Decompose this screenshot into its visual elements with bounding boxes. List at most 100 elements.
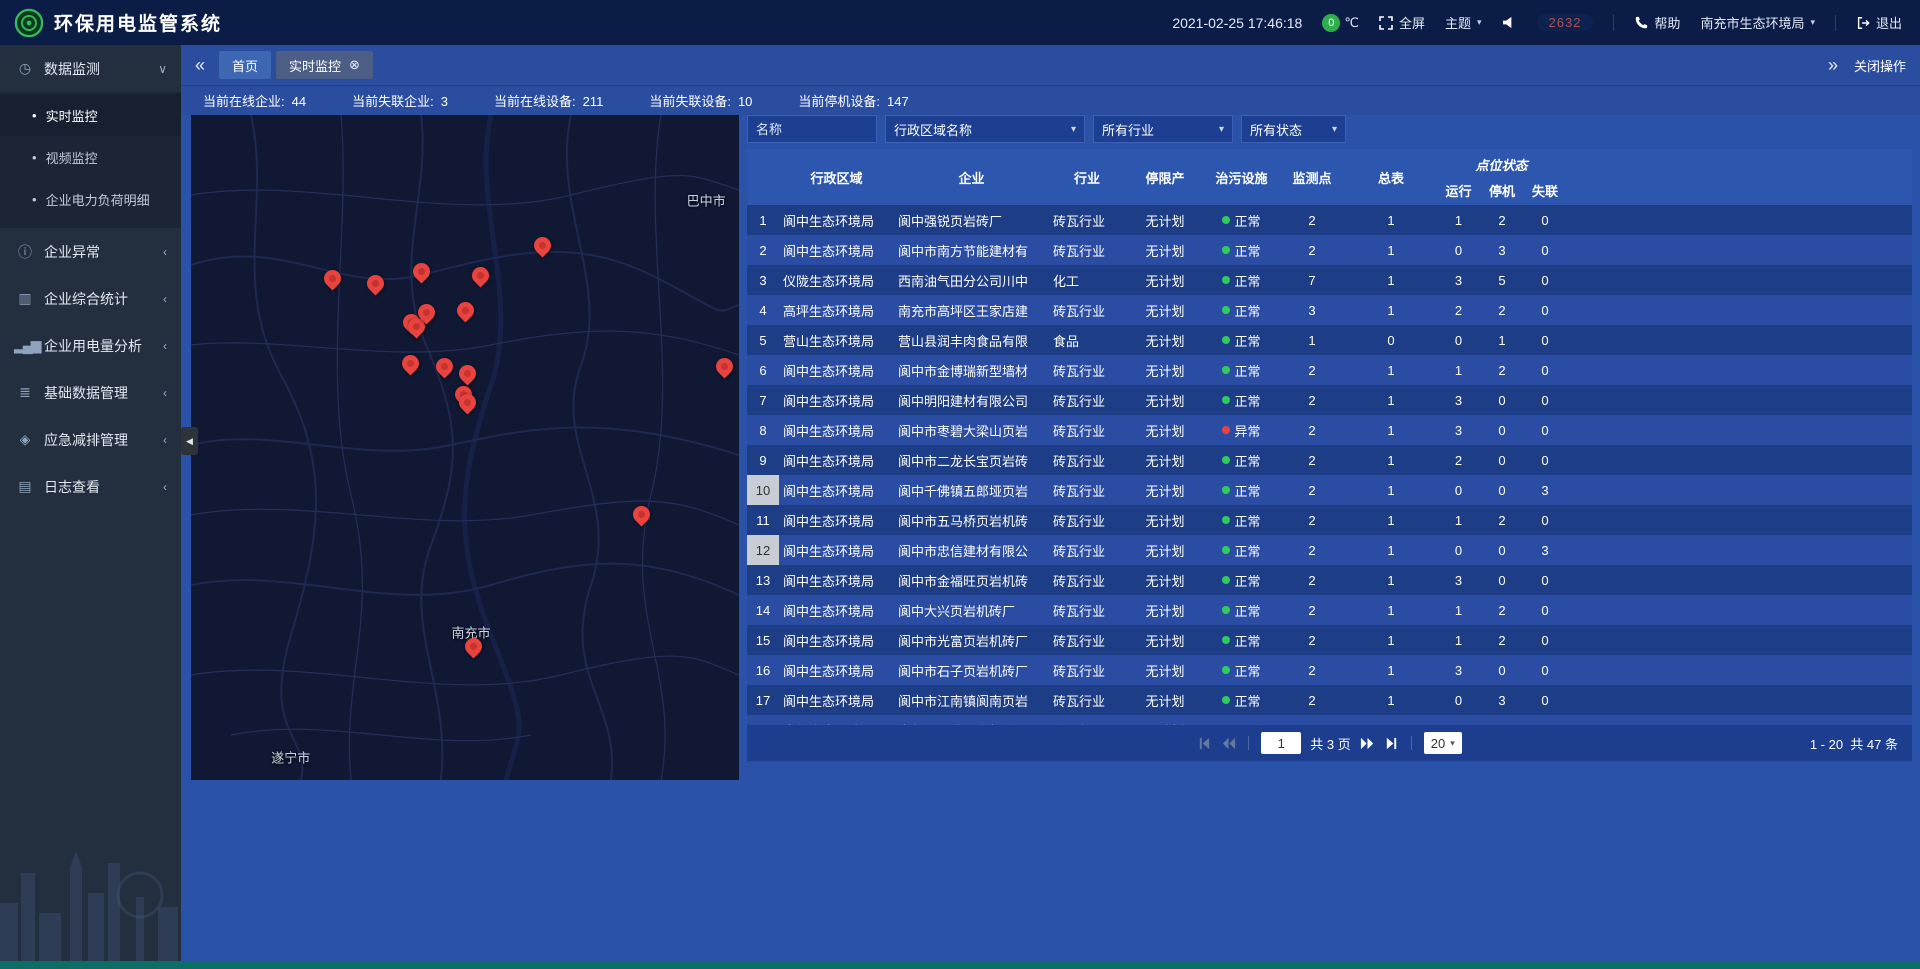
cell-company: 阆中明阳建材有限公司 <box>894 385 1049 415</box>
cell-stopped: 2 <box>1481 595 1523 625</box>
table-row[interactable]: 2阆中生态环境局阆中市南方节能建材有砖瓦行业无计划正常21030 <box>747 235 1912 265</box>
cell-limit: 无计划 <box>1125 265 1205 295</box>
sidebar-item-data-monitoring[interactable]: ◷数据监测∨ <box>0 45 181 92</box>
theme-dropdown[interactable]: 主题 ▾ <box>1445 13 1482 32</box>
table-row[interactable]: 15阆中生态环境局阆中市光富页岩机砖厂砖瓦行业无计划正常21120 <box>747 625 1912 655</box>
sidebar-item-enterprise-statistics[interactable]: ▥企业综合统计‹ <box>0 275 181 322</box>
cell-company: 阆中市忠信建材有限公 <box>894 535 1049 565</box>
cell-company: 营山县润丰肉食品有限 <box>894 325 1049 355</box>
sidebar-item-base-data-management[interactable]: ≣基础数据管理‹ <box>0 369 181 416</box>
last-page-button[interactable] <box>1384 736 1399 751</box>
next-page-button[interactable] <box>1360 736 1375 751</box>
row-index: 6 <box>747 355 779 385</box>
help-button[interactable]: 帮助 <box>1634 13 1680 32</box>
cell-running: 0 <box>1436 235 1481 265</box>
sidebar-subitem-power-load-detail[interactable]: •企业电力负荷明细 <box>0 178 181 220</box>
name-filter-input[interactable] <box>747 115 877 143</box>
table-row[interactable]: 14阆中生态环境局阆中大兴页岩机砖厂砖瓦行业无计划正常21120 <box>747 595 1912 625</box>
row-index: 11 <box>747 505 779 535</box>
table-row[interactable]: 1阆中生态环境局阆中强锐页岩砖厂砖瓦行业无计划正常21120 <box>747 205 1912 235</box>
col-facility: 治污设施 <box>1205 149 1278 205</box>
row-index: 4 <box>747 295 779 325</box>
sidebar-item-power-usage-analysis[interactable]: ▂▄▆企业用电量分析‹ <box>0 322 181 369</box>
table-row[interactable]: 13阆中生态环境局阆中市金福旺页岩机砖砖瓦行业无计划正常21300 <box>747 565 1912 595</box>
cell-total-meters: 1 <box>1346 505 1436 535</box>
page-number-input[interactable] <box>1261 732 1301 754</box>
logout-button[interactable]: 退出 <box>1856 13 1902 32</box>
cell-facility: 正常 <box>1205 535 1278 565</box>
cell-running: 1 <box>1436 625 1481 655</box>
close-operations-button[interactable]: 关闭操作 <box>1854 56 1906 75</box>
row-index: 18 <box>747 715 779 725</box>
cell-total-meters: 1 <box>1346 475 1436 505</box>
first-page-button[interactable] <box>1197 736 1212 751</box>
cell-industry: 砖瓦行业 <box>1049 445 1125 475</box>
cell-company: 阆中千佛镇五郎垭页岩 <box>894 475 1049 505</box>
table-header: 行政区域 企业 行业 停限产 治污设施 监测点 总表 点位状态 运行 停机 失联 <box>747 149 1912 205</box>
status-filter-select[interactable]: 所有状态 ▾ <box>1241 115 1346 143</box>
chevron-left-icon: ‹ <box>163 386 167 400</box>
fullscreen-button[interactable]: 全屏 <box>1379 13 1425 32</box>
cell-limit: 无计划 <box>1125 445 1205 475</box>
table-row[interactable]: 3仪陇生态环境局西南油气田分公司川中化工无计划正常71350 <box>747 265 1912 295</box>
table-row[interactable]: 8阆中生态环境局阆中市枣碧大梁山页岩砖瓦行业无计划异常21300 <box>747 415 1912 445</box>
cell-stopped: 2 <box>1481 295 1523 325</box>
table-row[interactable]: 12阆中生态环境局阆中市忠信建材有限公砖瓦行业无计划正常21003 <box>747 535 1912 565</box>
cell-stopped: 2 <box>1481 205 1523 235</box>
report-icon: ▥ <box>14 290 34 307</box>
cell-region: 阆中生态环境局 <box>779 235 894 265</box>
cell-total-meters: 1 <box>1346 655 1436 685</box>
table-row[interactable]: 6阆中生态环境局阆中市金博瑞新型墙材砖瓦行业无计划正常21120 <box>747 355 1912 385</box>
tab-close-icon[interactable]: ⊗ <box>349 57 360 73</box>
announcement-icon[interactable] <box>1502 16 1517 29</box>
prev-page-button[interactable] <box>1221 736 1236 751</box>
cell-disconnected: 0 <box>1523 415 1567 445</box>
logout-icon <box>1856 16 1870 30</box>
table-row[interactable]: 5营山生态环境局营山县润丰肉食品有限食品无计划正常10010 <box>747 325 1912 355</box>
bottom-strip <box>0 961 1920 969</box>
cell-disconnected: 0 <box>1523 325 1567 355</box>
sidebar-item-enterprise-abnormal[interactable]: ⓘ企业异常‹ <box>0 228 181 275</box>
cell-monitor-points: 3 <box>1278 295 1346 325</box>
table-row[interactable]: 10阆中生态环境局阆中千佛镇五郎垭页岩砖瓦行业无计划正常21003 <box>747 475 1912 505</box>
cell-stopped: 0 <box>1481 415 1523 445</box>
cell-total-meters: 1 <box>1346 385 1436 415</box>
app-title: 环保用电监管系统 <box>54 9 222 36</box>
table-row[interactable]: 18南部生态环境局南部县双佛页岩机砖厂砖瓦行业无计划正常21030 <box>747 715 1912 725</box>
cell-monitor-points: 2 <box>1278 355 1346 385</box>
cell-region: 阆中生态环境局 <box>779 505 894 535</box>
table-row[interactable]: 7阆中生态环境局阆中明阳建材有限公司砖瓦行业无计划正常21300 <box>747 385 1912 415</box>
region-filter-select[interactable]: 行政区域名称 ▾ <box>885 115 1085 143</box>
cell-total-meters: 1 <box>1346 235 1436 265</box>
cell-industry: 砖瓦行业 <box>1049 295 1125 325</box>
sidebar-collapse-button[interactable]: ◀ <box>181 427 198 455</box>
sidebar-item-emergency-reduction[interactable]: ◈应急减排管理‹ <box>0 416 181 463</box>
row-index: 8 <box>747 415 779 445</box>
tabs-scroll-left-button[interactable]: « <box>195 56 205 74</box>
table-row[interactable]: 17阆中生态环境局阆中市江南镇阆南页岩砖瓦行业无计划正常21030 <box>747 685 1912 715</box>
page-size-select[interactable]: 20 ▾ <box>1424 732 1462 754</box>
sidebar-item-log-view[interactable]: ▤日志查看‹ <box>0 463 181 510</box>
cell-facility: 正常 <box>1205 685 1278 715</box>
row-index: 7 <box>747 385 779 415</box>
tab-home[interactable]: 首页 <box>219 51 271 79</box>
tabs-scroll-right-button[interactable]: » <box>1828 56 1838 74</box>
cell-region: 南部生态环境局 <box>779 715 894 725</box>
temperature-badge: 0 ℃ <box>1322 14 1359 32</box>
table-row[interactable]: 4高坪生态环境局南充市高坪区王家店建砖瓦行业无计划正常31220 <box>747 295 1912 325</box>
sidebar-subitem-video-monitor[interactable]: •视频监控 <box>0 136 181 178</box>
tab-realtime-monitor[interactable]: 实时监控⊗ <box>276 51 373 79</box>
industry-filter-select[interactable]: 所有行业 ▾ <box>1093 115 1233 143</box>
table-row[interactable]: 16阆中生态环境局阆中市石子页岩机砖厂砖瓦行业无计划正常21300 <box>747 655 1912 685</box>
table-row[interactable]: 11阆中生态环境局阆中市五马桥页岩机砖砖瓦行业无计划正常21120 <box>747 505 1912 535</box>
cell-monitor-points: 2 <box>1278 415 1346 445</box>
org-dropdown[interactable]: 南充市生态环境局 ▾ <box>1700 13 1815 32</box>
cell-facility: 正常 <box>1205 265 1278 295</box>
cell-limit: 无计划 <box>1125 715 1205 725</box>
app-root: 环保用电监管系统 2021-02-25 17:46:18 0 ℃ 全屏 主题 ▾… <box>0 0 1920 969</box>
chevron-left-icon: ‹ <box>163 245 167 259</box>
map[interactable]: 巴中市南充市遂宁市 <box>191 115 739 780</box>
notice-count-badge[interactable]: 2632 <box>1537 14 1594 31</box>
table-row[interactable]: 9阆中生态环境局阆中市二龙长宝页岩砖砖瓦行业无计划正常21200 <box>747 445 1912 475</box>
sidebar-subitem-realtime-monitor[interactable]: •实时监控 <box>0 94 181 136</box>
